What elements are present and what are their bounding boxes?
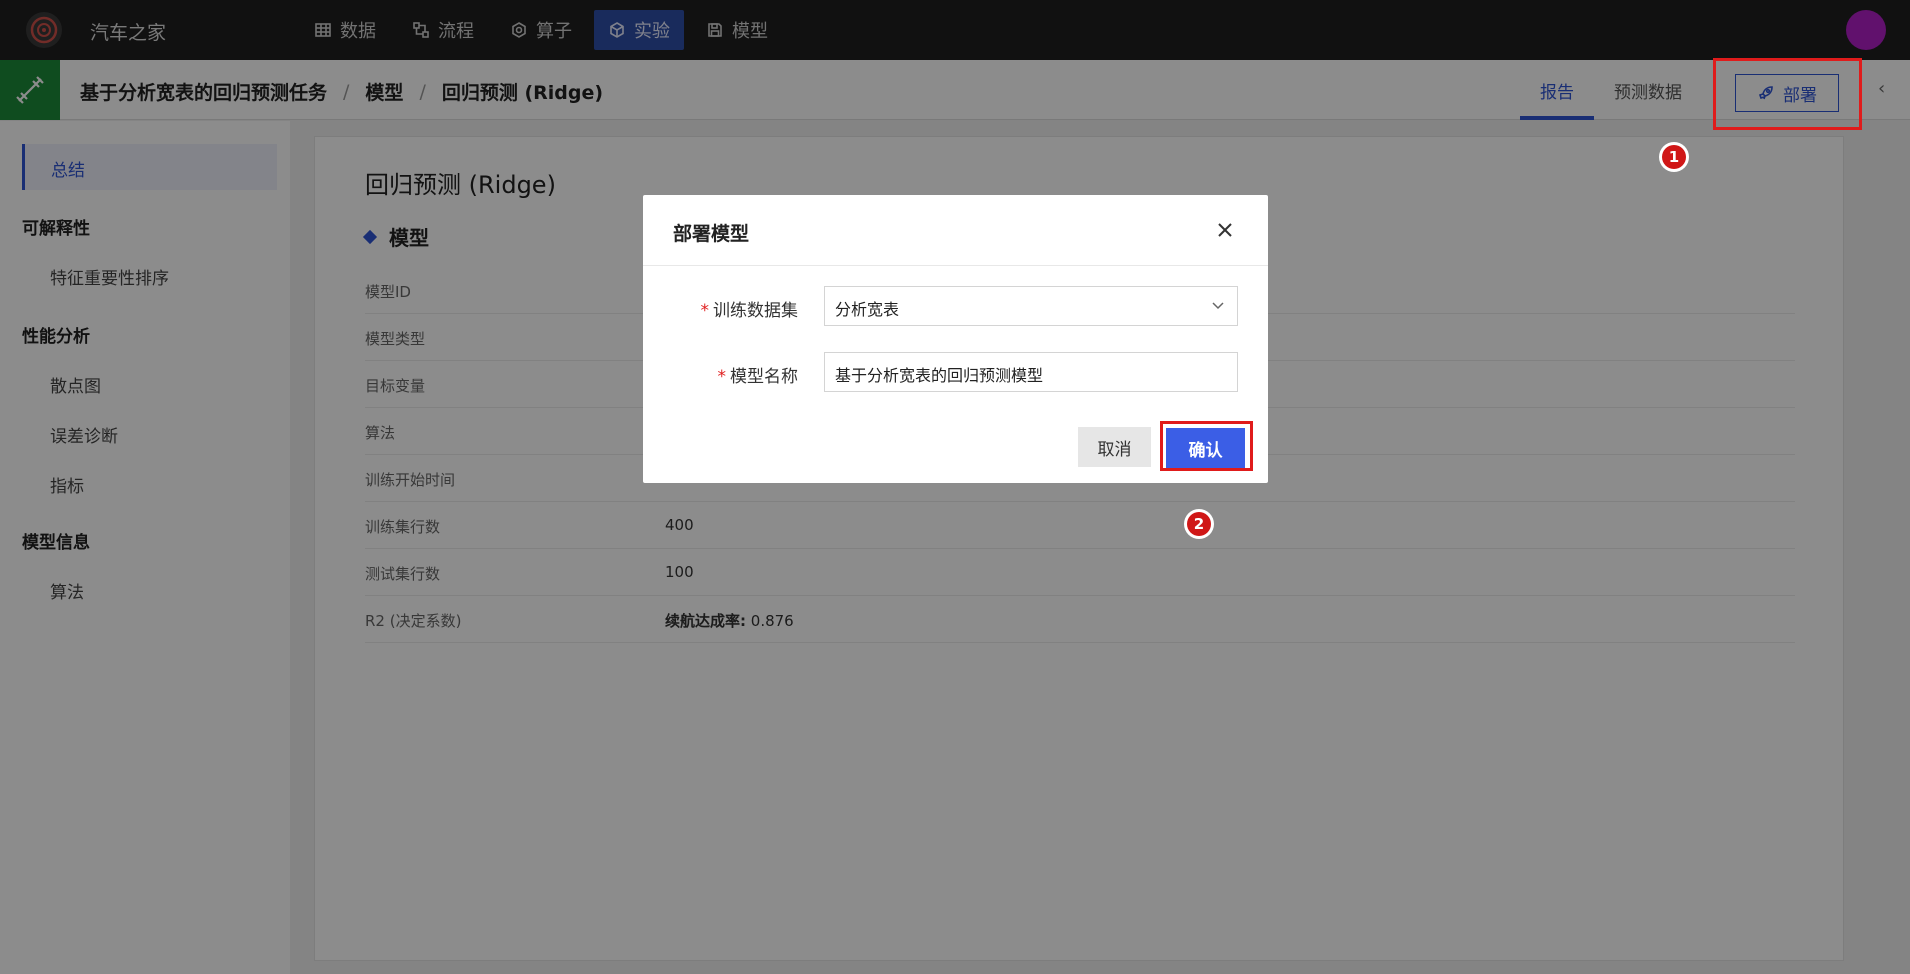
form-row-dataset: * 训练数据集 分析宽表	[643, 286, 1268, 328]
dialog-title: 部署模型	[673, 223, 750, 245]
required-mark: *	[700, 301, 710, 321]
dataset-select[interactable]: 分析宽表	[824, 286, 1238, 326]
dialog-header: 部署模型	[643, 195, 1268, 266]
step-marker-2: 2	[1184, 509, 1214, 539]
model-name-input[interactable]: 基于分析宽表的回归预测模型	[824, 352, 1238, 392]
cancel-button[interactable]: 取消	[1078, 427, 1151, 467]
close-icon	[1218, 223, 1232, 237]
dataset-value: 分析宽表	[835, 300, 900, 319]
required-mark: *	[717, 367, 727, 387]
highlight-box-deploy	[1713, 58, 1862, 130]
close-button[interactable]	[1210, 215, 1240, 245]
step-marker-1: 1	[1659, 142, 1689, 172]
modal-overlay[interactable]	[0, 0, 1910, 974]
highlight-box-confirm	[1160, 421, 1253, 471]
dataset-label: * 训练数据集	[700, 301, 799, 321]
model-name-label: * 模型名称	[717, 367, 799, 387]
form-row-model-name: * 模型名称 基于分析宽表的回归预测模型	[643, 352, 1268, 394]
chevron-down-icon	[1212, 302, 1224, 310]
